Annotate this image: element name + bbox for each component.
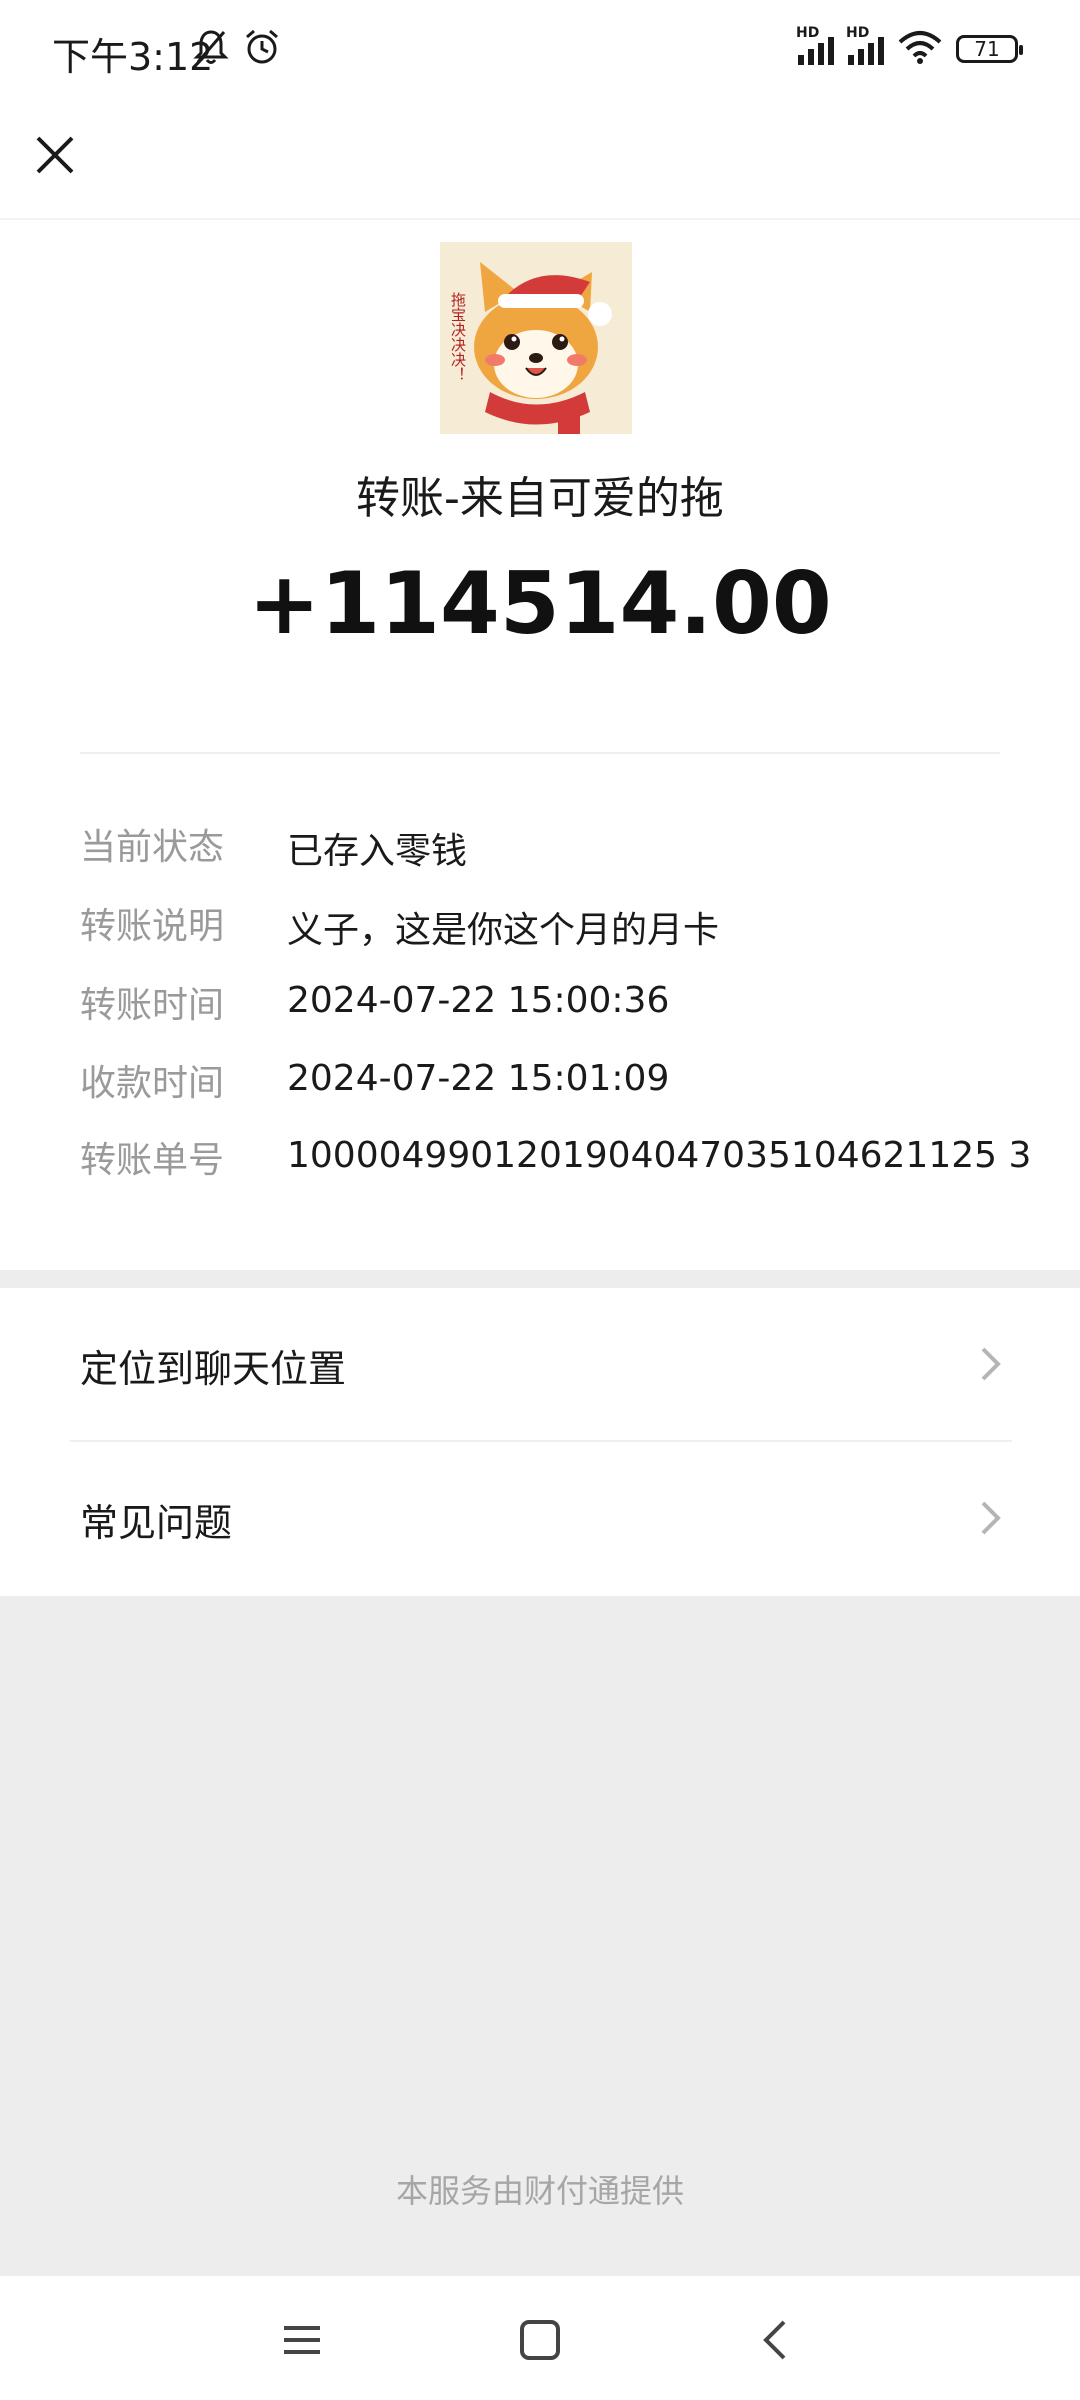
- wifi-icon: [898, 30, 942, 68]
- status-bar: 下午3:12 HD HD 71: [0, 0, 1080, 100]
- detail-value: 义子，这是你这个月的月卡: [287, 910, 720, 951]
- detail-row-note: 转账说明 义子，这是你这个月的月卡: [80, 897, 1060, 957]
- transfer-title: 转账-来自可爱的拖: [356, 473, 724, 524]
- home-icon: [520, 2320, 560, 2360]
- navigation-bar: [0, 2276, 1080, 2400]
- transfer-card: 拖宝决决决！ 转账-来自可爱的拖 +114514.00 当前状态 已存入零钱 转…: [0, 220, 1080, 1270]
- chevron-right-icon: [981, 1347, 1001, 1381]
- detail-label: 当前状态: [80, 827, 225, 868]
- detail-row-status: 当前状态 已存入零钱: [80, 818, 1060, 878]
- faq-item[interactable]: 常见问题: [0, 1442, 1080, 1594]
- menu-card: 定位到聊天位置 常见问题: [0, 1288, 1080, 1596]
- detail-row-order-number: 转账单号 1000049901201904047035104621125 3: [80, 1131, 1060, 1191]
- battery-icon: 71: [956, 35, 1023, 63]
- shiba-dog-avatar-image: 拖宝决决决！: [440, 242, 632, 434]
- service-provider-text: 本服务由财付通提供: [395, 2172, 684, 2210]
- chevron-right-icon: [981, 1501, 1001, 1535]
- avatar-caption: 拖宝决决决！: [449, 292, 467, 382]
- close-icon: [36, 136, 74, 174]
- divider: [80, 752, 1000, 754]
- close-button[interactable]: [30, 130, 80, 180]
- detail-label: 转账单号: [80, 1140, 225, 1181]
- detail-value: 已存入零钱: [287, 831, 468, 872]
- detail-row-transfer-time: 转账时间 2024-07-22 15:00:36: [80, 976, 1060, 1036]
- header: [0, 100, 1080, 220]
- back-button[interactable]: [752, 2316, 800, 2364]
- detail-label: 收款时间: [80, 1063, 225, 1104]
- hd-signal-icon: HD: [846, 25, 884, 65]
- transfer-amount: +114514.00: [248, 554, 832, 654]
- alarm-clock-icon: [243, 28, 281, 70]
- detail-label: 转账时间: [80, 985, 225, 1026]
- status-time: 下午3:12: [52, 35, 214, 79]
- detail-label: 转账说明: [80, 906, 225, 947]
- detail-value: 2024-07-22 15:00:36: [287, 980, 670, 1021]
- menu-item-label: 定位到聊天位置: [80, 1347, 347, 1391]
- locate-chat-position-item[interactable]: 定位到聊天位置: [0, 1288, 1080, 1442]
- menu-item-label: 常见问题: [80, 1501, 233, 1545]
- avatar: 拖宝决决决！: [440, 242, 632, 434]
- detail-value: 2024-07-22 15:01:09: [287, 1058, 670, 1099]
- home-button[interactable]: [516, 2316, 564, 2364]
- hd-signal-icon: HD: [796, 25, 834, 65]
- mute-bell-icon: [193, 28, 229, 70]
- back-icon: [763, 2320, 786, 2360]
- detail-value: 1000049901201904047035104621125 3: [287, 1135, 1032, 1176]
- detail-row-receive-time: 收款时间 2024-07-22 15:01:09: [80, 1054, 1060, 1114]
- menu-icon: [284, 2326, 320, 2354]
- recent-apps-button[interactable]: [278, 2316, 326, 2364]
